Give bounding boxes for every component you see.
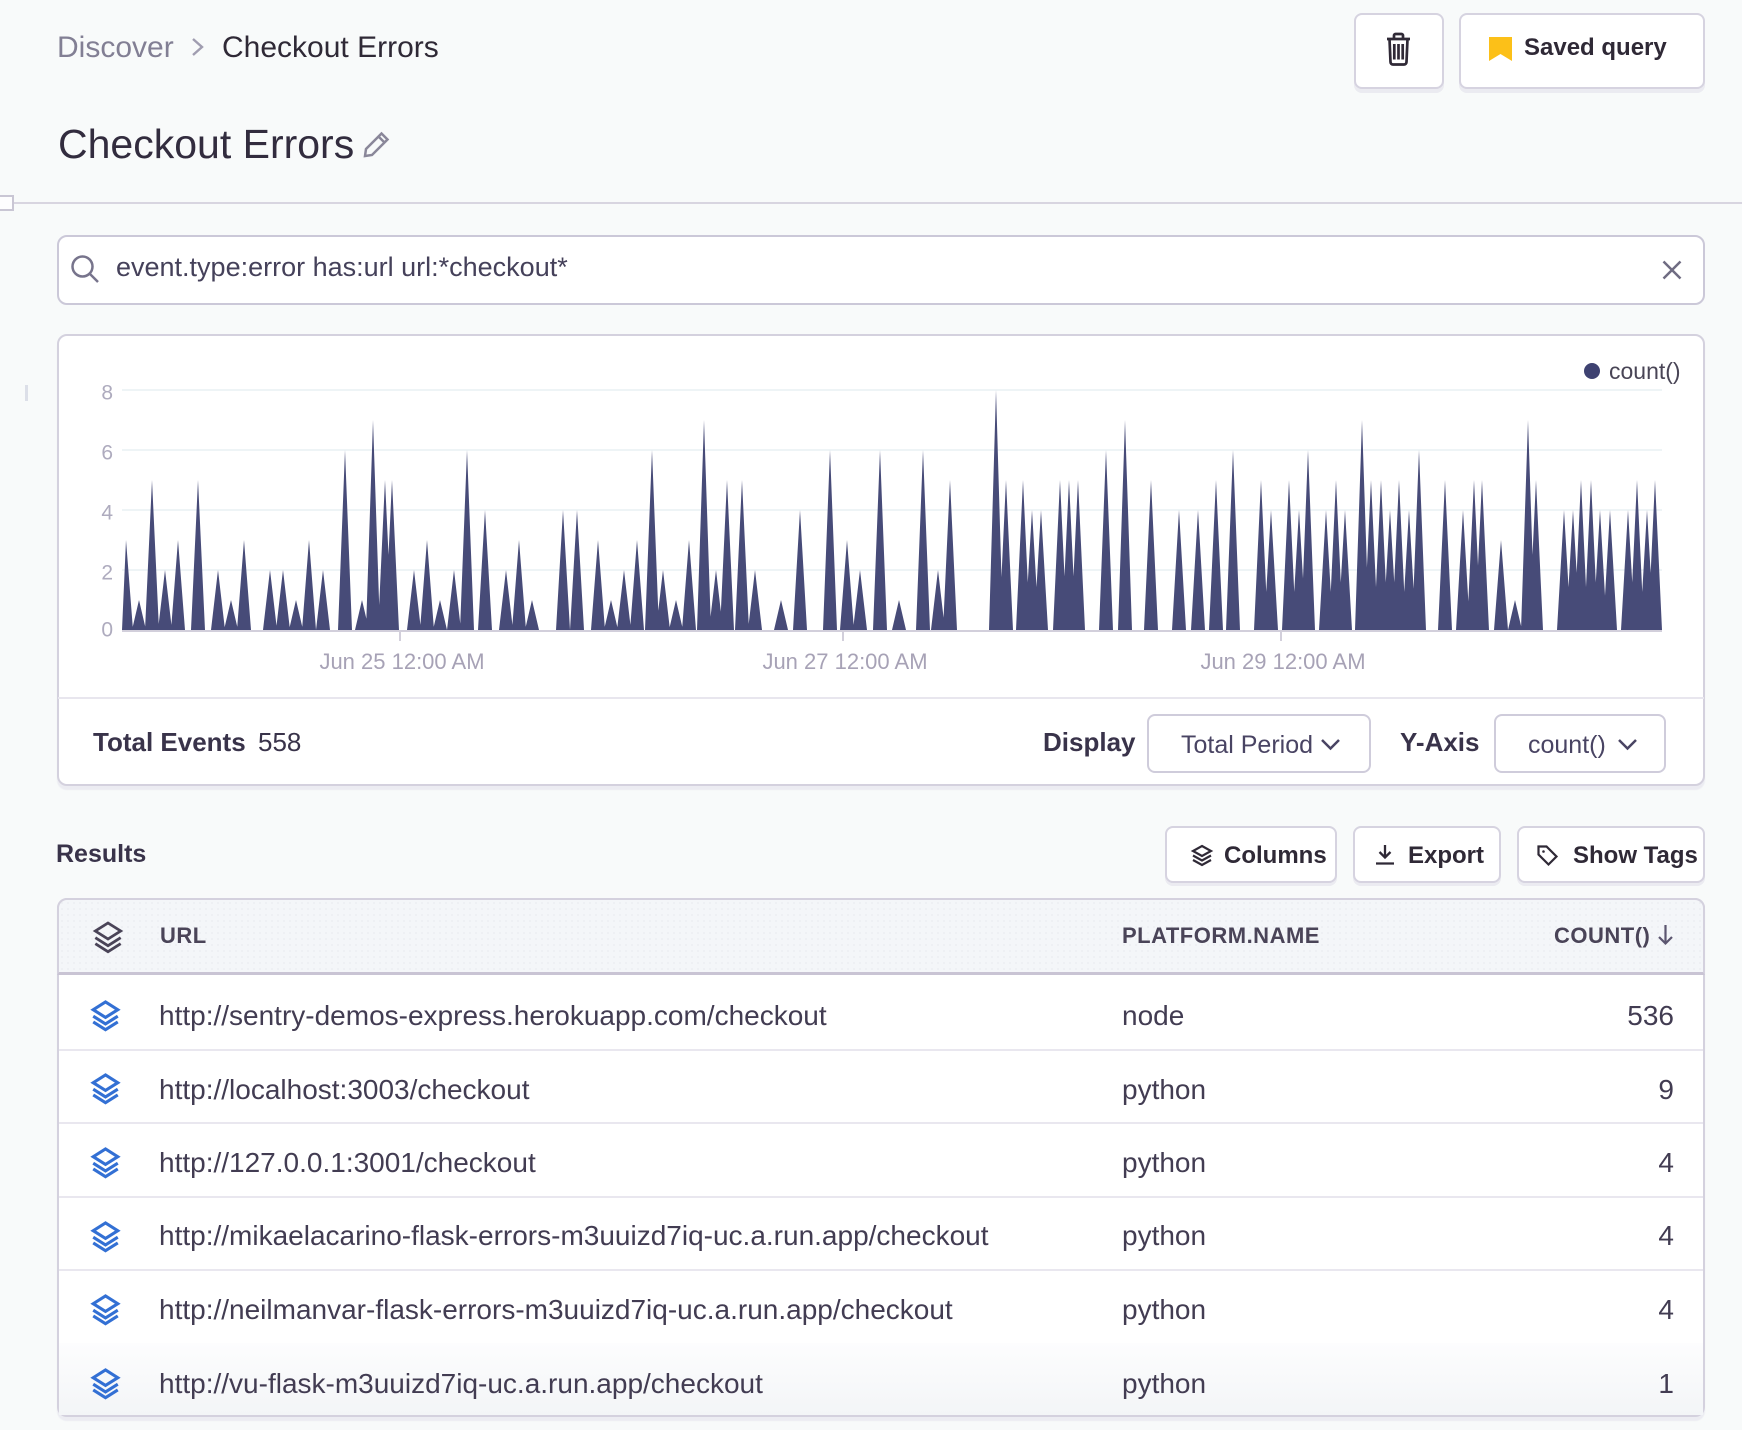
svg-text:6: 6 bbox=[101, 442, 113, 465]
svg-text:0: 0 bbox=[101, 619, 113, 642]
svg-text:2: 2 bbox=[101, 562, 113, 585]
svg-text:Jun 27 12:00 AM: Jun 27 12:00 AM bbox=[762, 649, 927, 674]
svg-text:8: 8 bbox=[101, 382, 113, 405]
svg-text:4: 4 bbox=[101, 502, 113, 525]
svg-text:Jun 25 12:00 AM: Jun 25 12:00 AM bbox=[319, 649, 484, 674]
svg-text:Jun 29 12:00 AM: Jun 29 12:00 AM bbox=[1200, 649, 1365, 674]
